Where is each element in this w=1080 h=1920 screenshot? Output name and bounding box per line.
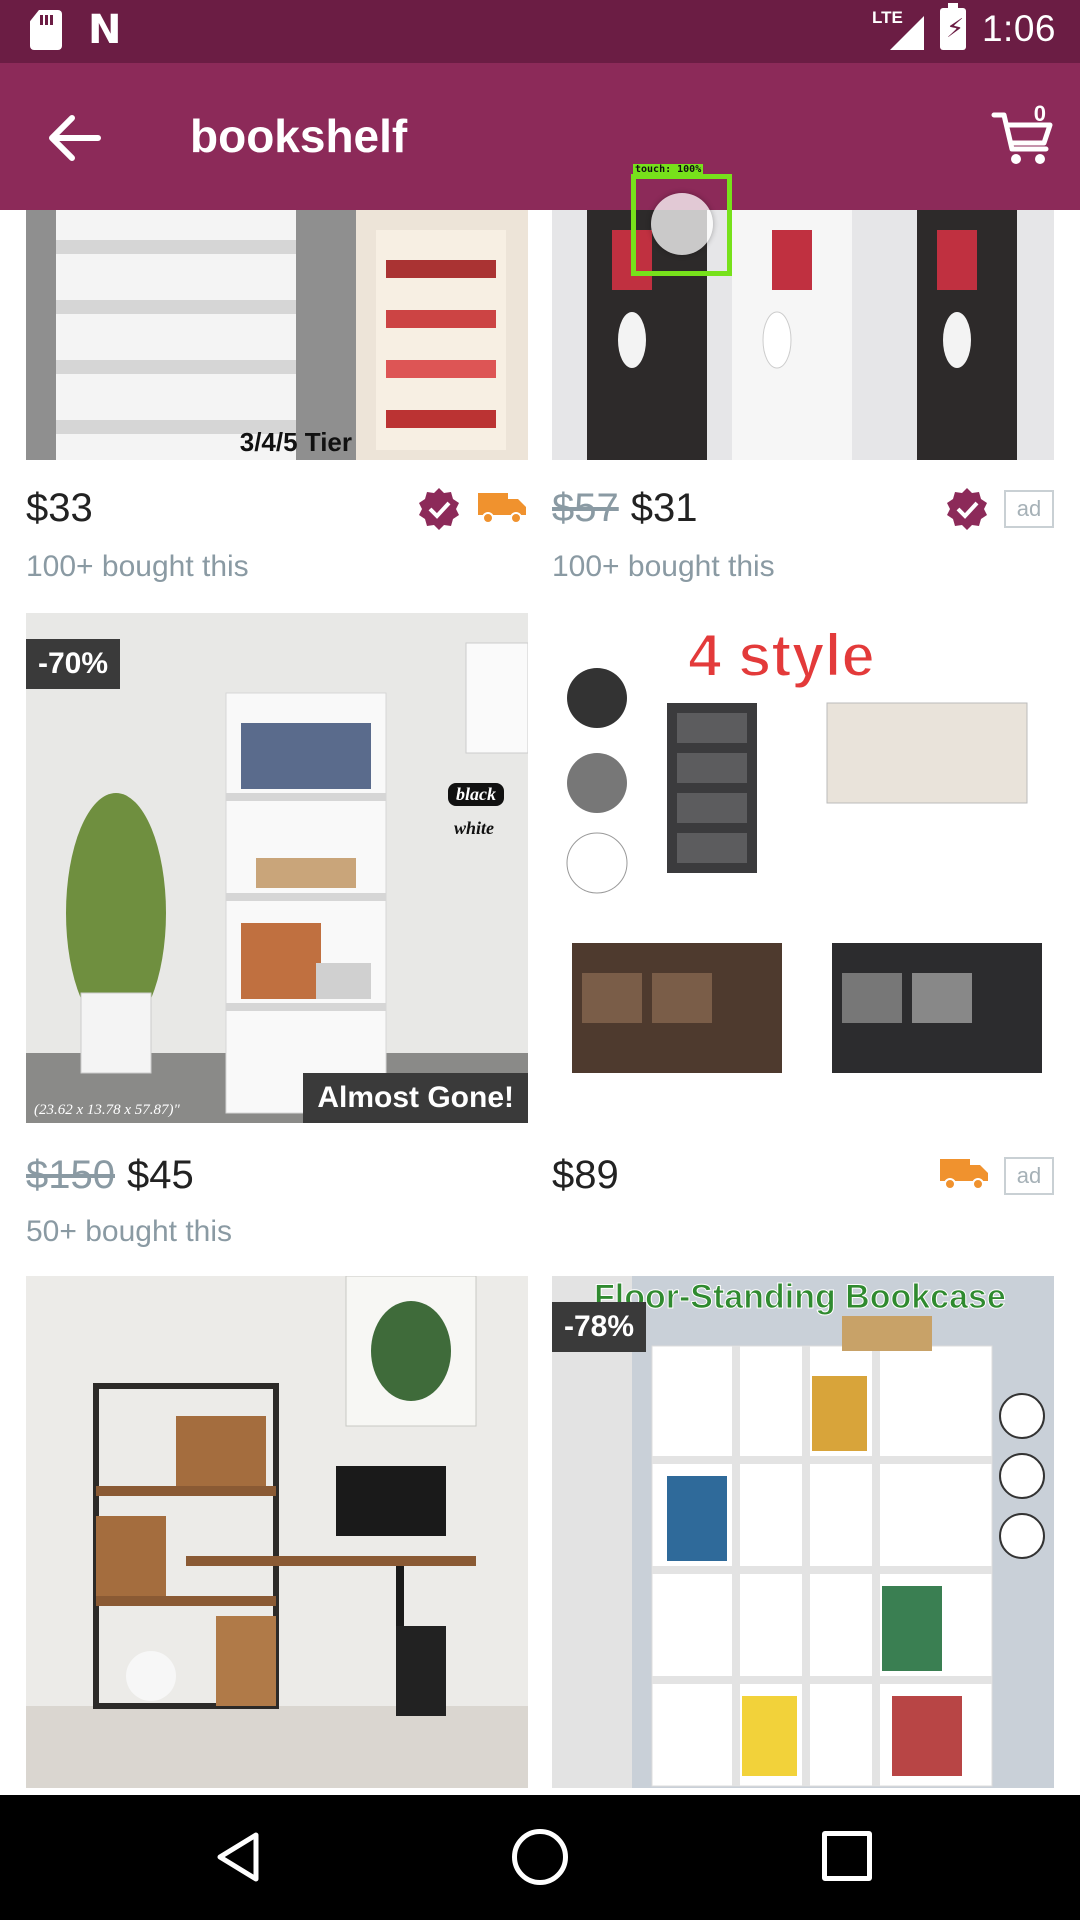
verified-badge-icon	[944, 486, 990, 532]
price-row: $150 $45	[26, 1153, 528, 1213]
lte-signal-icon: LTE	[870, 8, 924, 50]
almost-gone-badge: Almost Gone!	[303, 1073, 528, 1123]
nav-home-icon[interactable]	[512, 1829, 568, 1885]
price: $33	[26, 486, 93, 530]
image-caption: 3/4/5 Tier	[239, 427, 352, 457]
original-price: $57	[552, 486, 619, 530]
image-caption: Floor-Standing Bookcase	[594, 1278, 1007, 1317]
verified-badge-icon	[416, 486, 462, 532]
product-image[interactable]: 3/4/5 Tier	[26, 210, 528, 460]
badges	[416, 486, 528, 532]
cart-icon[interactable]	[988, 101, 1058, 171]
price: $31	[630, 486, 698, 530]
dimension-caption: (23.62 x 13.78 x 57.87)"	[34, 1102, 180, 1118]
discount-badge: -78%	[552, 1302, 647, 1352]
battery-charging-icon: ⚡	[939, 3, 966, 50]
discount-badge: -70%	[26, 639, 121, 689]
color-tag: black	[448, 783, 504, 806]
ad-badge: ad	[1004, 490, 1054, 528]
nav-recents-icon[interactable]	[822, 1831, 872, 1881]
touch-point	[651, 193, 713, 255]
app-bar: bookshelf 0	[0, 63, 1080, 210]
product-image[interactable]	[552, 210, 1054, 460]
free-shipping-truck-icon	[476, 487, 528, 532]
image-caption: 4 style	[687, 621, 876, 690]
product-image[interactable]: 4 style	[552, 613, 1054, 1123]
bought-count: 100+ bought this	[26, 550, 249, 583]
price-row: $33	[26, 486, 528, 546]
color-tag: white	[454, 818, 495, 838]
badges: ad	[944, 486, 1054, 532]
price: $89	[552, 1153, 619, 1197]
badges: ad	[938, 1153, 1054, 1198]
product-image[interactable]: -70% black white (23.62 x 13.78 x 57.87)…	[26, 613, 528, 1123]
cart-count-badge: 0	[1033, 101, 1046, 126]
notification-n-icon: N	[88, 7, 122, 53]
bought-count: 100+ bought this	[552, 550, 775, 583]
price-row: $89 ad	[552, 1153, 1054, 1213]
back-arrow-icon[interactable]	[40, 103, 110, 173]
sd-card-icon	[30, 10, 62, 50]
ad-badge: ad	[1004, 1156, 1054, 1195]
original-price: $150	[26, 1153, 115, 1197]
free-shipping-truck-icon	[938, 1153, 990, 1198]
price: $45	[126, 1153, 194, 1197]
price-row: $57 $31 ad	[552, 486, 1054, 546]
status-bar: N LTE ⚡ 1:06	[0, 0, 1080, 63]
nav-back-icon[interactable]	[210, 1827, 270, 1887]
system-nav-bar	[0, 1795, 1080, 1920]
product-image[interactable]	[26, 1276, 528, 1788]
product-image[interactable]: Floor-Standing Bookcase -78%	[552, 1276, 1054, 1788]
clock: 1:06	[981, 8, 1056, 49]
page-title: bookshelf	[190, 110, 408, 162]
bought-count: 50+ bought this	[26, 1215, 233, 1248]
product-grid: 3/4/5 Tier $33 100+ bought this $57 $31 …	[0, 210, 1080, 1795]
